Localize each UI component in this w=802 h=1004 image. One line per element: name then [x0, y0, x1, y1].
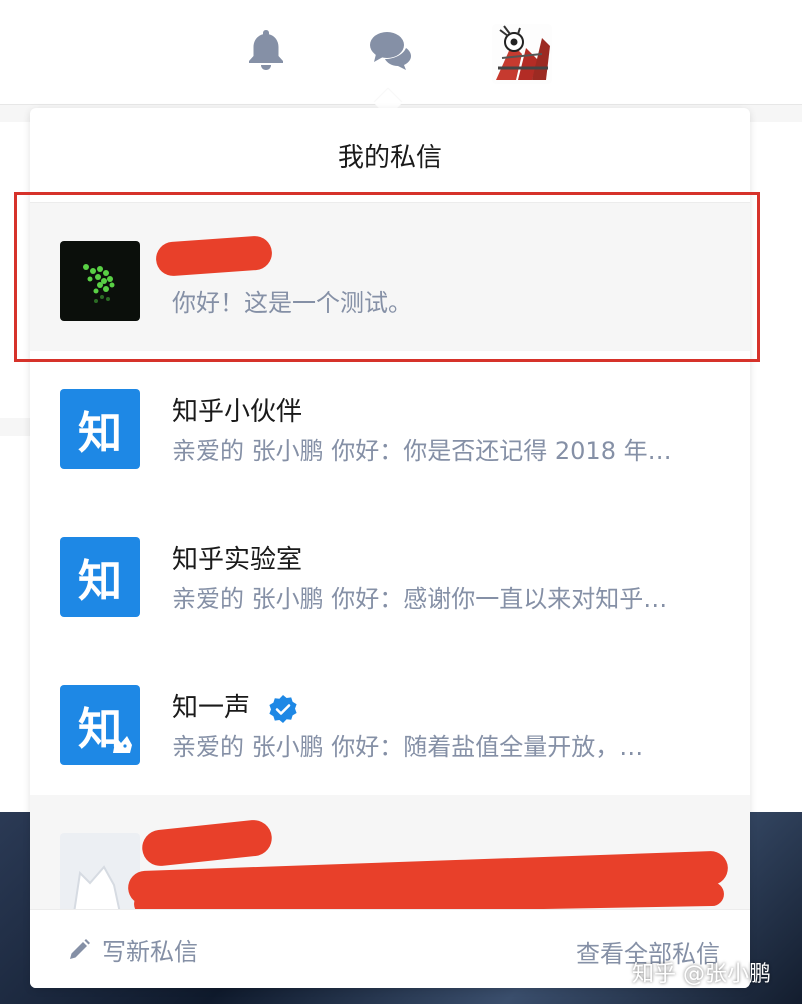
- compose-message-button[interactable]: 写新私信: [66, 932, 198, 967]
- conversation-item[interactable]: [30, 795, 750, 909]
- dog-placeholder-avatar: [60, 833, 140, 909]
- chat-bubbles-icon: [370, 32, 411, 70]
- conversation-name: 知一声: [172, 687, 298, 724]
- conversation-preview: 亲爱的 张小鹏 你好：你是否还记得 2018 年…: [172, 437, 672, 465]
- pencil-icon: [70, 938, 90, 959]
- user-avatar[interactable]: [492, 24, 552, 84]
- annotation-highlight-box: [14, 192, 760, 362]
- zhihu-avatar: 知: [60, 685, 140, 765]
- zhihu-logo-icon: 知: [60, 537, 140, 617]
- zhihu-avatar: 知: [60, 389, 140, 469]
- redacted-name: [140, 818, 274, 868]
- conversation-name-text: 知一声: [172, 693, 251, 723]
- zhihu-avatar: 知: [60, 537, 140, 617]
- notifications-button[interactable]: [244, 28, 288, 72]
- top-nav-bar: [0, 0, 802, 105]
- popup-title: 我的私信: [30, 108, 750, 203]
- conversation-item[interactable]: 知 知乎小伙伴 亲爱的 张小鹏 你好：你是否还记得 2018 年…: [30, 351, 750, 499]
- verified-badge-icon: [268, 694, 298, 724]
- background-card: [0, 436, 30, 812]
- conversation-preview: 亲爱的 张小鹏 你好：随着盐值全量开放，…: [172, 733, 644, 761]
- mascot-dog-icon: [113, 736, 132, 753]
- conversation-item[interactable]: 知 知一声 亲爱的 张小鹏 你好：随着盐值全量开放，…: [30, 647, 750, 795]
- conversation-item[interactable]: 知 知乎实验室 亲爱的 张小鹏 你好：感谢你一直以来对知乎…: [30, 499, 750, 647]
- zhihu-logo-icon: 知: [60, 389, 140, 469]
- conversation-name: 知乎实验室: [172, 545, 303, 575]
- messages-button[interactable]: [368, 28, 412, 72]
- conversation-preview: 亲爱的 张小鹏 你好：感谢你一直以来对知乎…: [172, 585, 668, 613]
- conversation-name: 知乎小伙伴: [172, 397, 303, 427]
- bell-icon: [249, 30, 283, 70]
- compose-message-label: 写新私信: [102, 938, 198, 966]
- watermark: 知乎 @张小鹏: [632, 962, 771, 987]
